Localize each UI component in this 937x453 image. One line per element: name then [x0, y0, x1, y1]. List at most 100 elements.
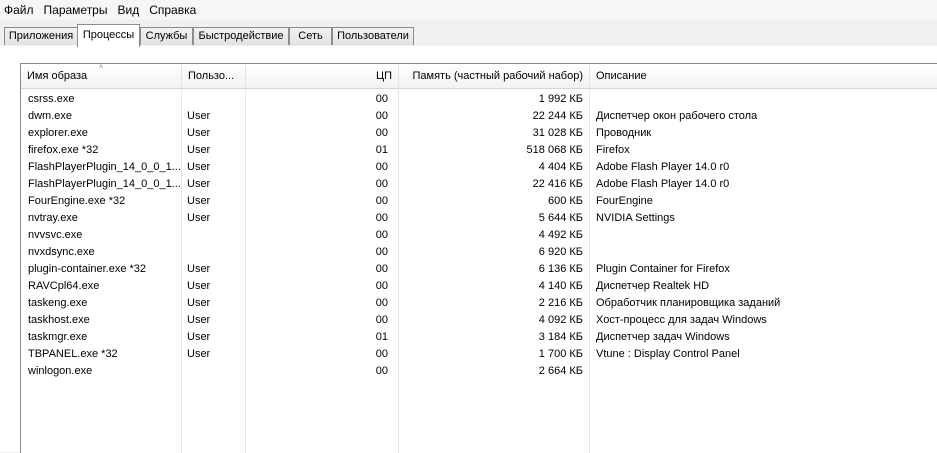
tab-applications[interactable]: Приложения [4, 27, 78, 45]
process-cpu: 00 [375, 348, 388, 360]
processes-panel: ˄ Имя образа Пользо... ЦП Память (частны… [0, 46, 937, 453]
column-cpu-label: ЦП [375, 70, 392, 82]
process-cpu: 00 [375, 178, 388, 190]
table-row[interactable]: FlashPlayerPlugin_14_0_0_1... User 00 4 404… [21, 159, 937, 176]
process-name: nvvsvc.exe [28, 229, 83, 241]
process-name: RAVCpl64.exe [28, 280, 100, 292]
process-name: taskeng.exe [28, 297, 88, 309]
process-description: NVIDIA Settings [596, 212, 675, 224]
process-cpu: 00 [375, 297, 388, 309]
menu-bar: Файл Параметры Вид Справка [0, 0, 937, 20]
process-memory: 2 216 КБ [538, 297, 583, 309]
process-description [596, 91, 936, 108]
process-name: explorer.exe [28, 127, 88, 139]
table-row[interactable]: taskhost.exe User 00 4 092 КБ Хост-процесс д… [21, 312, 937, 329]
process-user: User [187, 297, 211, 309]
menu-options[interactable]: Параметры [39, 0, 113, 20]
table-row[interactable]: plugin-container.exe *32 User 00 6 136 КБ Pl… [21, 261, 937, 278]
process-description: Firefox [596, 144, 630, 156]
tab-users[interactable]: Пользователи [332, 27, 414, 45]
table-row[interactable]: nvtray.exe User 00 5 644 КБ NVIDIA Settings [21, 210, 937, 227]
process-cpu: 00 [375, 246, 388, 258]
process-name: TBPANEL.exe *32 [28, 348, 118, 360]
process-user [187, 227, 243, 244]
column-image-name[interactable]: ˄ Имя образа [21, 64, 182, 88]
table-row[interactable]: firefox.exe *32 User 01 518 068 КБ Firefox [21, 142, 937, 159]
tab-network[interactable]: Сеть [289, 27, 332, 45]
column-header: ˄ Имя образа Пользо... ЦП Память (частны… [21, 64, 937, 89]
process-cpu: 00 [375, 314, 388, 326]
table-row[interactable]: RAVCpl64.exe User 00 4 140 КБ Диспетчер Real… [21, 278, 937, 295]
process-name: firefox.exe *32 [28, 144, 99, 156]
process-memory: 22 416 КБ [532, 178, 583, 190]
process-description: Adobe Flash Player 14.0 r0 [596, 178, 730, 190]
table-row[interactable]: nvxdsync.exe 00 6 920 КБ [21, 244, 937, 261]
process-name: winlogon.exe [28, 365, 93, 377]
process-name: FourEngine.exe *32 [28, 195, 126, 207]
table-row[interactable]: winlogon.exe 00 2 664 КБ [21, 363, 937, 380]
process-user [187, 244, 243, 261]
table-row[interactable]: taskmgr.exe User 01 3 184 КБ Диспетчер задач… [21, 329, 937, 346]
tab-performance[interactable]: Быстродействие [193, 27, 289, 45]
table-row[interactable]: csrss.exe 00 1 992 КБ [21, 91, 937, 108]
process-user: User [187, 348, 211, 360]
process-user: User [187, 280, 211, 292]
process-user: User [187, 331, 211, 343]
column-description-label: Описание [596, 70, 647, 82]
tab-strip: Приложения Процессы Службы Быстродействи… [0, 24, 937, 47]
process-cpu: 00 [375, 229, 388, 241]
process-cpu: 00 [375, 212, 388, 224]
process-cpu: 00 [375, 365, 388, 377]
process-memory: 1 992 КБ [538, 93, 583, 105]
column-user[interactable]: Пользо... [182, 64, 246, 88]
column-memory[interactable]: Память (частный рабочий набор) [399, 64, 590, 88]
menu-file[interactable]: Файл [0, 0, 39, 20]
menu-view[interactable]: Вид [112, 0, 144, 20]
menu-help[interactable]: Справка [144, 0, 201, 20]
column-cpu[interactable]: ЦП [246, 64, 399, 88]
process-description [596, 244, 936, 261]
process-memory: 4 092 КБ [538, 314, 583, 326]
process-name: nvtray.exe [28, 212, 78, 224]
process-name: nvxdsync.exe [28, 246, 95, 258]
process-cpu: 00 [375, 280, 388, 292]
process-cpu: 00 [375, 161, 388, 173]
table-row[interactable]: FlashPlayerPlugin_14_0_0_1... User 00 22 41… [21, 176, 937, 193]
process-cpu: 01 [375, 331, 388, 343]
process-description: Adobe Flash Player 14.0 r0 [596, 161, 730, 173]
process-list[interactable]: ˄ Имя образа Пользо... ЦП Память (частны… [20, 63, 937, 453]
process-description: Vtune : Display Control Panel [596, 348, 740, 360]
process-rows: csrss.exe 00 1 992 КБ dwm.exe User 00 22 244 К… [21, 91, 937, 380]
table-row[interactable]: FourEngine.exe *32 User 00 600 КБ FourEngine [21, 193, 937, 210]
table-row[interactable]: explorer.exe User 00 31 028 КБ Проводник [21, 125, 937, 142]
process-user: User [187, 195, 211, 207]
process-memory: 6 920 КБ [538, 246, 583, 258]
process-name: taskhost.exe [28, 314, 90, 326]
tab-services[interactable]: Службы [140, 27, 193, 45]
process-description: Plugin Container for Firefox [596, 263, 730, 275]
process-description [596, 227, 936, 244]
column-description[interactable]: Описание [590, 64, 937, 88]
process-name: dwm.exe [28, 110, 73, 122]
process-user: User [187, 110, 211, 122]
table-row[interactable]: TBPANEL.exe *32 User 00 1 700 КБ Vtune : Dis… [21, 346, 937, 363]
process-description [596, 363, 936, 380]
process-memory: 22 244 КБ [532, 110, 583, 122]
table-row[interactable]: dwm.exe User 00 22 244 КБ Диспетчер окон раб… [21, 108, 937, 125]
process-user: User [187, 161, 211, 173]
table-row[interactable]: taskeng.exe User 00 2 216 КБ Обработчик план… [21, 295, 937, 312]
tab-processes[interactable]: Процессы [77, 24, 140, 47]
process-cpu: 00 [375, 110, 388, 122]
process-user [187, 91, 243, 108]
process-memory: 2 664 КБ [538, 365, 583, 377]
process-cpu: 00 [375, 263, 388, 275]
process-description: FourEngine [596, 195, 653, 207]
process-name: FlashPlayerPlugin_14_0_0_1... [28, 161, 181, 173]
table-row[interactable]: nvvsvc.exe 00 4 492 КБ [21, 227, 937, 244]
process-memory: 518 068 КБ [526, 144, 583, 156]
process-name: plugin-container.exe *32 [28, 263, 147, 275]
process-memory: 4 140 КБ [538, 280, 583, 292]
process-description: Обработчик планировщика заданий [596, 297, 781, 309]
process-user: User [187, 263, 211, 275]
process-name: csrss.exe [28, 93, 75, 105]
